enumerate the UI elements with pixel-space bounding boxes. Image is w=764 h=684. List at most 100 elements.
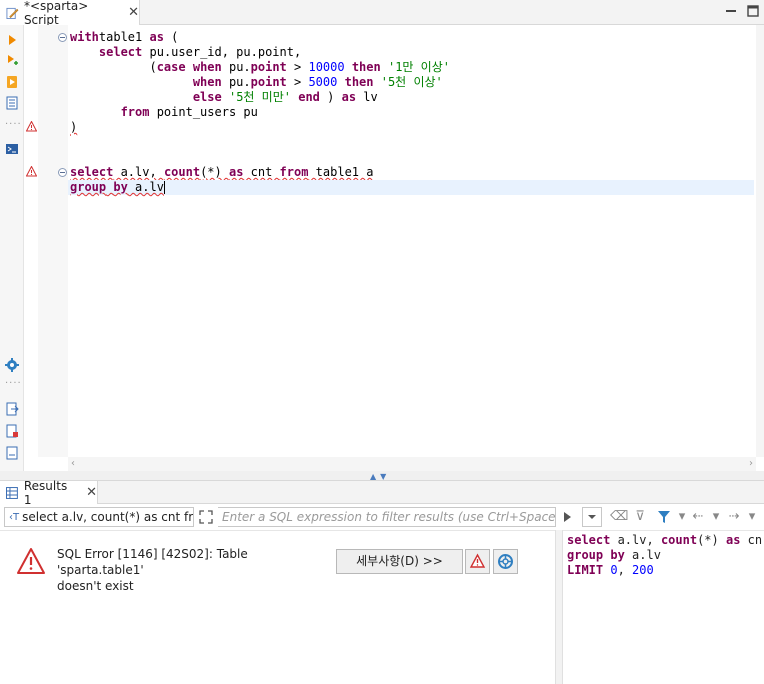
active-query-box[interactable]: ‹T select a.lv, count(*) as cnt from tab… — [4, 507, 194, 527]
code-token: pu.user_id, pu.point, — [142, 45, 302, 59]
text-cursor — [163, 181, 165, 194]
warning-icon[interactable] — [26, 166, 37, 177]
expand-icon[interactable] — [198, 509, 214, 525]
code-token: table1 — [98, 30, 150, 44]
collapse-toggle-icon[interactable]: ▲▼ — [370, 472, 390, 481]
sql-editor[interactable]: withtable1 as ( select pu.user_id, pu.po… — [68, 25, 756, 457]
open-file-icon[interactable] — [5, 446, 19, 460]
code-token: case — [156, 60, 186, 74]
terminal-icon[interactable] — [5, 142, 19, 156]
close-icon[interactable]: ✕ — [128, 5, 139, 20]
code-token: pu. — [221, 75, 251, 89]
code-line[interactable]: ) — [70, 120, 77, 135]
code-token: a.lv, — [610, 533, 661, 547]
code-line[interactable]: when pu.point > 5000 then '5천 이상' — [70, 75, 443, 90]
code-line[interactable]: group by a.lv — [68, 180, 754, 195]
scroll-left-icon[interactable]: ‹ — [71, 458, 75, 469]
panel-splitter[interactable]: ▲▼ — [0, 471, 764, 481]
fold-toggle-icon[interactable] — [58, 33, 67, 42]
sql-script-icon — [6, 7, 19, 19]
code-token: , — [617, 563, 633, 577]
executed-query-line: select a.lv, count(*) as cn — [567, 533, 764, 548]
code-token: count — [163, 165, 201, 179]
results-filter-bar: ‹T select a.lv, count(*) as cnt from tab… — [0, 505, 764, 529]
code-token: group — [567, 548, 604, 562]
code-line[interactable]: select a.lv, count(*) as cnt from table1… — [70, 165, 373, 180]
code-token: by — [113, 180, 128, 194]
back-icon[interactable]: ⇠ — [690, 509, 706, 525]
settings-icon[interactable] — [5, 358, 19, 372]
maximize-icon[interactable] — [746, 4, 760, 18]
window-controls — [724, 4, 760, 18]
close-icon[interactable]: ✕ — [86, 485, 97, 500]
apply-filter-icon[interactable] — [558, 509, 578, 525]
lifebuoy-icon — [498, 554, 513, 569]
editor-vertical-scrollbar[interactable] — [756, 25, 764, 457]
code-token: select — [567, 533, 611, 547]
minimize-icon[interactable] — [724, 4, 738, 18]
code-token: cn — [740, 533, 763, 547]
warning-icon[interactable] — [26, 121, 37, 132]
filter-settings-icon[interactable]: ⊽ — [632, 509, 648, 525]
executed-query-line: group by a.lv — [567, 548, 764, 563]
code-token: when — [192, 75, 222, 89]
toolbar-separator: ···· — [5, 119, 22, 130]
code-token: count — [660, 533, 698, 547]
chevron-down-icon[interactable]: ▾ — [708, 509, 724, 525]
code-line[interactable]: select pu.user_id, pu.point, — [70, 45, 301, 60]
code-token: a.lv — [127, 180, 164, 194]
code-token: end — [298, 90, 320, 104]
code-token: with — [70, 30, 99, 44]
warning-button[interactable] — [465, 549, 490, 574]
code-line[interactable]: from point_users pu — [70, 105, 258, 120]
code-token: as — [341, 90, 357, 104]
help-button[interactable] — [493, 549, 518, 574]
load-plan-icon[interactable] — [5, 96, 19, 110]
filter-expression-input[interactable] — [218, 507, 556, 527]
export-icon[interactable] — [5, 402, 19, 416]
results-tab-label: Results 1 — [23, 478, 68, 507]
explain-plan-icon[interactable] — [5, 75, 19, 89]
code-token: ( — [70, 60, 157, 74]
code-token: '5천 이상' — [380, 75, 443, 89]
code-token: '5천 미만' — [228, 90, 291, 104]
chevron-down-icon[interactable]: ▾ — [674, 509, 690, 525]
error-message-line: doesn't exist — [57, 579, 134, 593]
run-script-icon[interactable] — [5, 54, 19, 68]
code-token: pu. — [221, 60, 251, 74]
code-token: table1 a — [308, 165, 374, 179]
code-token: ) — [319, 90, 342, 104]
chevron-down-icon — [588, 515, 596, 519]
scroll-right-icon[interactable]: › — [749, 458, 753, 469]
details-button[interactable]: 세부사항(D) >> — [336, 549, 463, 574]
chevron-down-icon[interactable]: ▾ — [744, 509, 760, 525]
results-tab[interactable]: Results 1 ✕ — [0, 478, 98, 507]
forward-icon[interactable]: ⇢ — [726, 509, 742, 525]
code-token: from — [279, 165, 309, 179]
run-statement-icon[interactable] — [5, 33, 19, 47]
clear-filter-icon[interactable]: ⌫ — [610, 509, 628, 525]
code-token: then — [344, 75, 374, 89]
code-token: (*) — [697, 533, 726, 547]
code-token: as — [228, 165, 244, 179]
code-token: else — [192, 90, 222, 104]
code-token: group — [70, 180, 107, 194]
filter-history-dropdown[interactable] — [582, 507, 602, 527]
save-file-icon[interactable] — [5, 424, 19, 438]
fold-toggle-icon[interactable] — [58, 168, 67, 177]
results-splitter[interactable] — [555, 530, 563, 684]
script-tab[interactable]: *<sparta> Script ✕ — [0, 0, 140, 27]
editor-horizontal-scrollbar[interactable]: ‹ › — [68, 457, 756, 471]
error-message-line: SQL Error [1146] [42S02]: Table 'sparta.… — [57, 547, 248, 577]
code-line[interactable]: withtable1 as ( — [70, 30, 178, 45]
code-token: from — [120, 105, 150, 119]
code-line[interactable]: (case when pu.point > 10000 then '1만 이상' — [70, 60, 450, 75]
code-line[interactable]: else '5천 미만' end ) as lv — [70, 90, 378, 105]
filter-icon[interactable] — [656, 509, 672, 525]
